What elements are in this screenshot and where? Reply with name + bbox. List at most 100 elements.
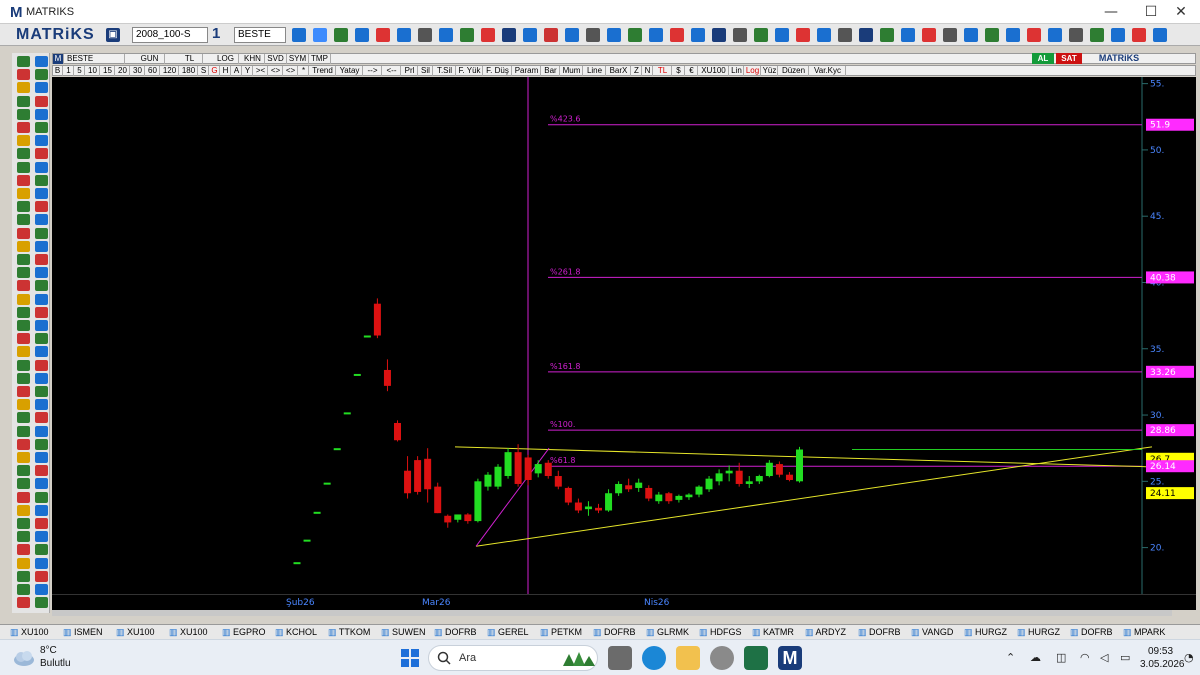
drawing-tool-icon[interactable] <box>35 452 48 463</box>
period-button[interactable]: Sil <box>419 66 433 76</box>
candle-body[interactable] <box>705 478 713 490</box>
candle-body[interactable] <box>293 562 301 565</box>
candle-body[interactable] <box>645 487 653 499</box>
period-button[interactable]: --> <box>364 66 382 76</box>
period-button[interactable]: Lin <box>730 66 744 76</box>
period-button[interactable]: <-- <box>383 66 401 76</box>
period-button[interactable]: <> <box>269 66 283 76</box>
candle-body[interactable] <box>454 514 462 520</box>
drawing-tool-icon[interactable] <box>17 320 30 331</box>
close-button[interactable]: ✕ <box>1166 2 1196 22</box>
drawing-tool-icon[interactable] <box>17 267 30 279</box>
period-button[interactable]: Param <box>513 66 541 76</box>
toolbar-tool-icon[interactable] <box>334 28 348 42</box>
drawing-tool-icon[interactable] <box>35 399 48 411</box>
candle-body[interactable] <box>685 494 693 498</box>
drawing-tool-icon[interactable] <box>17 425 30 437</box>
symbol-tab[interactable]: ▥ GLRMK <box>646 627 689 638</box>
drawing-tool-icon[interactable] <box>17 584 30 595</box>
drawing-tool-icon[interactable] <box>35 254 48 265</box>
symbol-tab[interactable]: ▥ ARDYZ <box>805 627 846 638</box>
period-button[interactable]: >< <box>254 66 268 76</box>
candle-body[interactable] <box>434 486 442 514</box>
drawing-tool-icon[interactable] <box>17 346 30 358</box>
toolbar-tool-icon[interactable] <box>565 28 579 42</box>
candle-body[interactable] <box>695 486 703 495</box>
symbol-tab[interactable]: ▥ XU100 <box>169 627 208 638</box>
drawing-tool-icon[interactable] <box>17 452 30 463</box>
period-button[interactable]: Yüz <box>762 66 778 76</box>
candle-body[interactable] <box>514 452 522 484</box>
symbol-tab[interactable]: ▥ VANGD <box>911 627 953 638</box>
clock-time[interactable]: 09:53 <box>1148 646 1173 657</box>
log-label[interactable]: LOG <box>213 54 239 64</box>
period-button[interactable]: BarX <box>607 66 631 76</box>
candle-body[interactable] <box>655 494 663 502</box>
period-button[interactable]: <> <box>284 66 298 76</box>
sym-label[interactable]: SYM <box>287 54 309 64</box>
period-button[interactable]: Var.Kyc <box>810 66 846 76</box>
drawing-tool-icon[interactable] <box>35 293 48 305</box>
drawing-tool-icon[interactable] <box>35 135 48 147</box>
candle-body[interactable] <box>524 457 532 480</box>
drawing-tool-icon[interactable] <box>17 372 30 384</box>
drawing-tool-icon[interactable] <box>35 491 48 503</box>
period-button[interactable]: A <box>232 66 242 76</box>
toolbar-tool-icon[interactable] <box>607 28 621 42</box>
candle-body[interactable] <box>765 462 773 477</box>
toolbar-tool-icon[interactable] <box>481 28 495 42</box>
period-button[interactable]: 5 <box>75 66 85 76</box>
drawing-tool-icon[interactable] <box>35 346 48 358</box>
drawing-tool-icon[interactable] <box>35 359 48 371</box>
drawing-tool-icon[interactable] <box>35 333 48 345</box>
drawing-tool-icon[interactable] <box>35 570 48 582</box>
period-button[interactable]: Z <box>632 66 642 76</box>
drawing-tool-icon[interactable] <box>35 214 48 226</box>
toolbar-tool-icon[interactable] <box>397 28 411 42</box>
candle-body[interactable] <box>615 483 623 494</box>
drawing-tool-icon[interactable] <box>17 465 30 477</box>
drawing-tool-icon[interactable] <box>35 69 48 81</box>
drawing-tool-icon[interactable] <box>35 174 48 186</box>
lower-trendline[interactable] <box>475 446 1153 547</box>
symbol-tab[interactable]: ▥ XU100 <box>10 627 49 638</box>
drawing-tool-icon[interactable] <box>17 254 30 265</box>
drawing-tool-icon[interactable] <box>17 280 30 292</box>
symbol-tab[interactable]: ▥ HURGZ <box>964 627 1007 638</box>
candle-body[interactable] <box>564 487 572 503</box>
period-button[interactable]: N <box>643 66 653 76</box>
toolbar-tool-icon[interactable] <box>313 28 327 42</box>
symbol-tab[interactable]: ▥ EGPRO <box>222 627 266 638</box>
period-button[interactable]: 60 <box>146 66 160 76</box>
period-button[interactable]: 1 <box>64 66 74 76</box>
drawing-tool-icon[interactable] <box>17 478 30 490</box>
candle-body[interactable] <box>504 452 512 477</box>
drawing-tool-icon[interactable] <box>17 491 30 503</box>
clock-date[interactable]: 3.05.2026 <box>1140 659 1185 670</box>
drawing-tool-icon[interactable] <box>35 584 48 595</box>
candle-body[interactable] <box>665 493 673 502</box>
weather-condition[interactable]: Bulutlu <box>40 658 71 669</box>
tray-cloud-icon[interactable]: ☁ <box>1030 651 1041 664</box>
drawing-tool-icon[interactable] <box>35 148 48 160</box>
drawing-tool-icon[interactable] <box>17 95 30 107</box>
toolbar-tool-icon[interactable] <box>355 28 369 42</box>
toolbar-tool-icon[interactable] <box>292 28 306 42</box>
symbol-tab[interactable]: ▥ KATMR <box>752 627 794 638</box>
buy-button[interactable]: AL <box>1032 53 1054 64</box>
drawing-tool-icon[interactable] <box>35 597 48 609</box>
toolbar-tool-icon[interactable] <box>1006 28 1020 42</box>
drawing-tool-icon[interactable] <box>17 108 30 120</box>
candle-body[interactable] <box>715 473 723 482</box>
toolbar-tool-icon[interactable] <box>943 28 957 42</box>
toolbar-tool-icon[interactable] <box>1132 28 1146 42</box>
period-button[interactable]: 20 <box>116 66 130 76</box>
drawing-tool-icon[interactable] <box>17 399 30 411</box>
minimize-button[interactable]: — <box>1096 2 1126 22</box>
candle-body[interactable] <box>484 474 492 487</box>
drawing-tool-icon[interactable] <box>35 161 48 173</box>
symbol-tab[interactable]: ▥ MPARK <box>1123 627 1165 638</box>
period-button[interactable]: $ <box>673 66 685 76</box>
symbol-tab[interactable]: ▥ PETKM <box>540 627 582 638</box>
period-button[interactable]: 15 <box>101 66 115 76</box>
